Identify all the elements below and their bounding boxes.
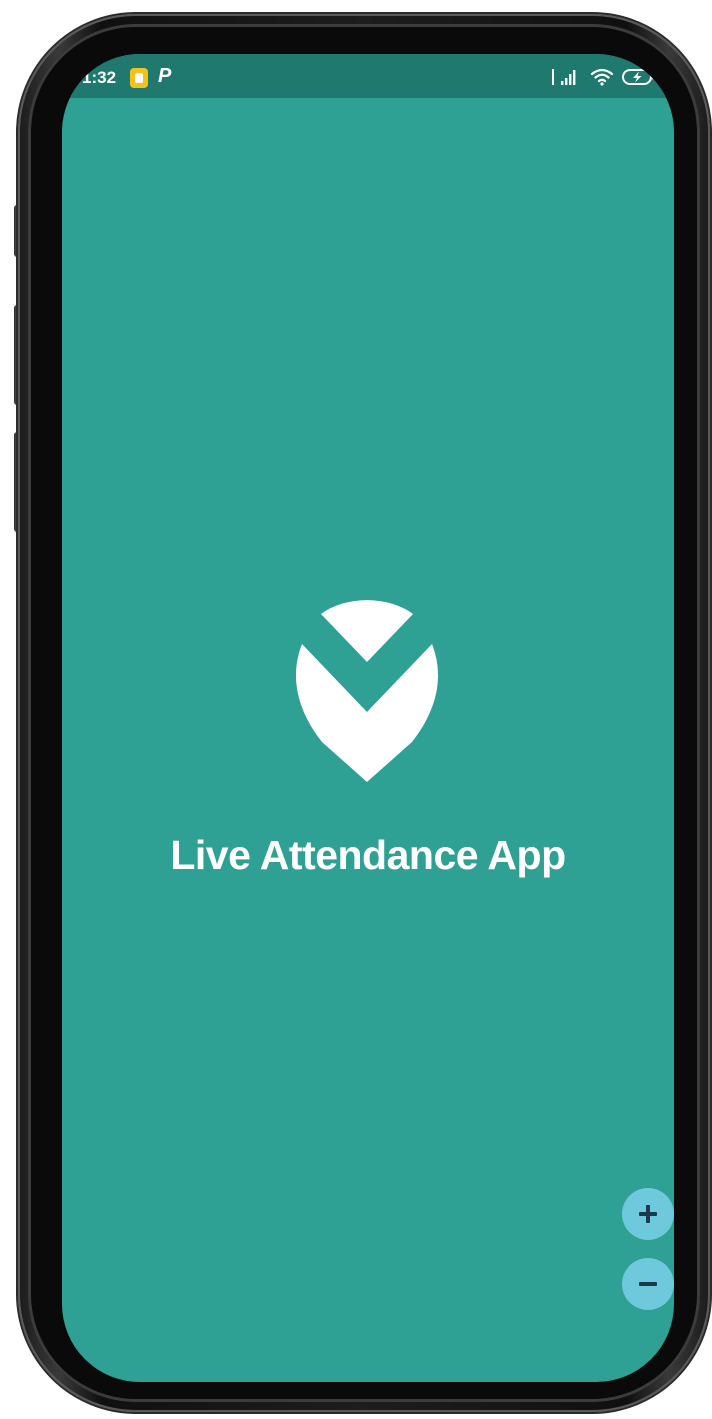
zoom-in-button[interactable]: [622, 1188, 674, 1240]
notification-badge-icon: [130, 68, 148, 88]
p-app-icon: P: [158, 65, 172, 87]
app-title: Live Attendance App: [170, 832, 566, 878]
zoom-out-button[interactable]: [622, 1258, 674, 1310]
signal-icon: [552, 69, 576, 85]
plus-icon: [639, 1205, 657, 1223]
battery-charging-icon: [622, 69, 655, 85]
location-pin-check-logo-icon: [295, 600, 439, 782]
minus-icon: [639, 1282, 657, 1286]
status-icons: [552, 66, 656, 88]
status-time: 1:32: [82, 68, 117, 87]
device-mockup: 1:32 P Live Attendance App: [0, 0, 712, 1419]
phone-screen: 1:32 P Live Attendance App: [62, 54, 674, 1382]
status-bar: 1:32 P: [62, 54, 674, 98]
wifi-icon: [590, 68, 614, 86]
